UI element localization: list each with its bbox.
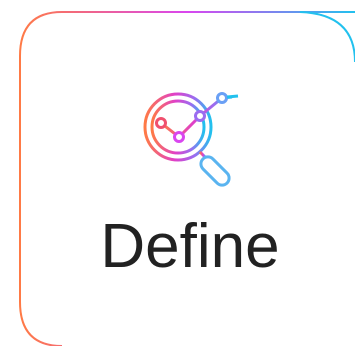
magnifier-chart-icon <box>143 92 239 187</box>
card-title: Define <box>100 212 280 281</box>
define-card[interactable]: Define <box>0 0 355 346</box>
